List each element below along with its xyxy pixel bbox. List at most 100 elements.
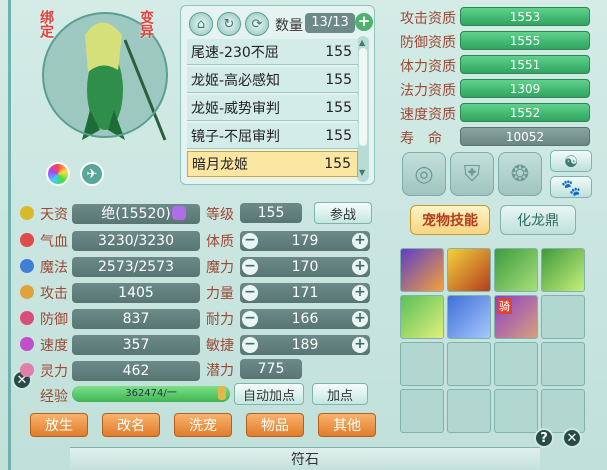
- aptitude-value: 1553: [460, 7, 590, 26]
- action-button[interactable]: 物品: [246, 413, 304, 437]
- attr-label: 耐力: [206, 312, 234, 328]
- pet-name: 暗月龙姬: [192, 157, 248, 173]
- rune-bar[interactable]: 符石: [70, 447, 540, 470]
- action-button[interactable]: 洗宠: [174, 413, 232, 437]
- help-icon[interactable]: ?: [534, 428, 554, 448]
- list-item[interactable]: 龙姬-威势审判 155: [187, 95, 358, 121]
- skill-slot[interactable]: [400, 342, 444, 386]
- plus-icon[interactable]: +: [352, 259, 368, 275]
- attr-value: 170: [291, 259, 319, 275]
- attr-label: 敏捷: [206, 338, 234, 354]
- yin-yang-icon[interactable]: ☯: [550, 150, 592, 172]
- potential-value: 775: [240, 359, 302, 379]
- stat-value: 1405: [72, 283, 200, 303]
- skill-icon[interactable]: [400, 248, 444, 292]
- aptitude-label: 寿 命: [400, 131, 442, 147]
- attr-label: 力量: [206, 286, 234, 302]
- wing-icon[interactable]: ✈: [80, 162, 104, 186]
- auto-add-points-button[interactable]: 自动加点: [234, 383, 304, 405]
- aptitude-value: 10052: [460, 127, 590, 146]
- plus-icon[interactable]: +: [352, 285, 368, 301]
- attr-value-box: − 171 +: [240, 283, 370, 303]
- aptitude-value: 1555: [460, 31, 590, 50]
- close-icon[interactable]: ✕: [562, 428, 582, 448]
- color-icon[interactable]: [46, 162, 70, 186]
- stat-value: 357: [72, 335, 200, 355]
- skill-icon[interactable]: [400, 295, 444, 339]
- attr-value: 166: [291, 311, 319, 327]
- pet-list: ⌂ ↻ ⟳ 数量 13/13 + ▲ ▼ 尾速-230不屈 155 龙姬-高必感知 1…: [180, 5, 375, 185]
- aptitude-value: 1309: [460, 79, 590, 98]
- add-pet-button[interactable]: +: [355, 13, 373, 31]
- attr-value: 171: [291, 285, 319, 301]
- exp-value: 362474/一: [125, 388, 177, 399]
- stat-label: 灵力: [40, 364, 68, 380]
- tab-pet-skills[interactable]: 宠物技能: [410, 205, 490, 235]
- swap-icon[interactable]: ⟳: [245, 12, 269, 36]
- attr-value: 179: [291, 233, 319, 249]
- stat-label: 气血: [40, 234, 68, 250]
- minus-icon[interactable]: −: [242, 337, 258, 353]
- stat-value: 462: [72, 361, 200, 381]
- mount-badge: 骑: [497, 298, 512, 314]
- tab-dragon-cauldron[interactable]: 化龙鼎: [500, 205, 576, 235]
- plus-icon[interactable]: +: [352, 233, 368, 249]
- list-item[interactable]: 镜子-不屈审判 155: [187, 123, 358, 149]
- stat-label: 速度: [40, 338, 68, 354]
- pet-level: 155: [325, 127, 352, 144]
- skill-icon[interactable]: 骑: [494, 295, 538, 339]
- plus-icon[interactable]: +: [352, 337, 368, 353]
- skill-slot[interactable]: [494, 389, 538, 433]
- aptitude-value: 1551: [460, 55, 590, 74]
- refresh-icon[interactable]: ↻: [217, 12, 241, 36]
- attr-value-box: − 166 +: [240, 309, 370, 329]
- action-button[interactable]: 改名: [102, 413, 160, 437]
- skill-slot[interactable]: [400, 389, 444, 433]
- pet-name: 尾速-230不屈: [191, 44, 279, 61]
- exp-label: 经验: [40, 389, 68, 405]
- skill-slot[interactable]: [447, 342, 491, 386]
- attr-value: 189: [291, 337, 319, 353]
- collar-slot-icon[interactable]: ◎: [402, 152, 446, 196]
- list-item[interactable]: 尾速-230不屈 155: [187, 39, 358, 65]
- armor-slot-icon[interactable]: ⛨: [450, 152, 494, 196]
- skill-icon[interactable]: [494, 248, 538, 292]
- stat-value: 837: [72, 309, 200, 329]
- list-scrollbar[interactable]: ▲ ▼: [357, 36, 369, 182]
- list-item[interactable]: 暗月龙姬 155: [187, 151, 358, 177]
- minus-icon[interactable]: −: [242, 233, 258, 249]
- skill-slot[interactable]: [447, 389, 491, 433]
- pet-level: 155: [325, 99, 352, 116]
- skill-slot[interactable]: [541, 295, 585, 339]
- aptitude-label: 体力资质: [400, 59, 456, 75]
- plus-icon[interactable]: +: [352, 311, 368, 327]
- skill-slot[interactable]: [541, 389, 585, 433]
- skill-icon[interactable]: [447, 295, 491, 339]
- stat-value: 3230/3230: [72, 231, 200, 251]
- skill-slot[interactable]: [541, 342, 585, 386]
- minus-icon[interactable]: −: [242, 259, 258, 275]
- action-button[interactable]: 其他: [318, 413, 376, 437]
- potential-label: 潜力: [206, 363, 234, 379]
- minus-icon[interactable]: −: [242, 311, 258, 327]
- stat-icon: [20, 206, 34, 220]
- skill-icon[interactable]: [447, 248, 491, 292]
- stat-icon: [20, 233, 34, 247]
- paw-icon[interactable]: 🐾: [550, 176, 592, 198]
- stat-icon: [20, 337, 34, 351]
- pet-name: 镜子-不屈审判: [191, 128, 281, 145]
- aptitude-label: 速度资质: [400, 107, 456, 123]
- home-icon[interactable]: ⌂: [189, 12, 213, 36]
- skill-icon[interactable]: [541, 248, 585, 292]
- minus-icon[interactable]: −: [242, 285, 258, 301]
- action-button[interactable]: 放生: [30, 413, 88, 437]
- ornament-slot-icon[interactable]: ❂: [498, 152, 542, 196]
- battle-button[interactable]: 参战: [314, 202, 372, 224]
- pet-level: 155: [325, 43, 352, 60]
- stat-label: 防御: [40, 312, 68, 328]
- list-item[interactable]: 龙姬-高必感知 155: [187, 67, 358, 93]
- add-points-button[interactable]: 加点: [312, 383, 368, 405]
- level-label: 等级: [206, 207, 234, 223]
- skill-slot[interactable]: [494, 342, 538, 386]
- lock-icon: [218, 386, 226, 400]
